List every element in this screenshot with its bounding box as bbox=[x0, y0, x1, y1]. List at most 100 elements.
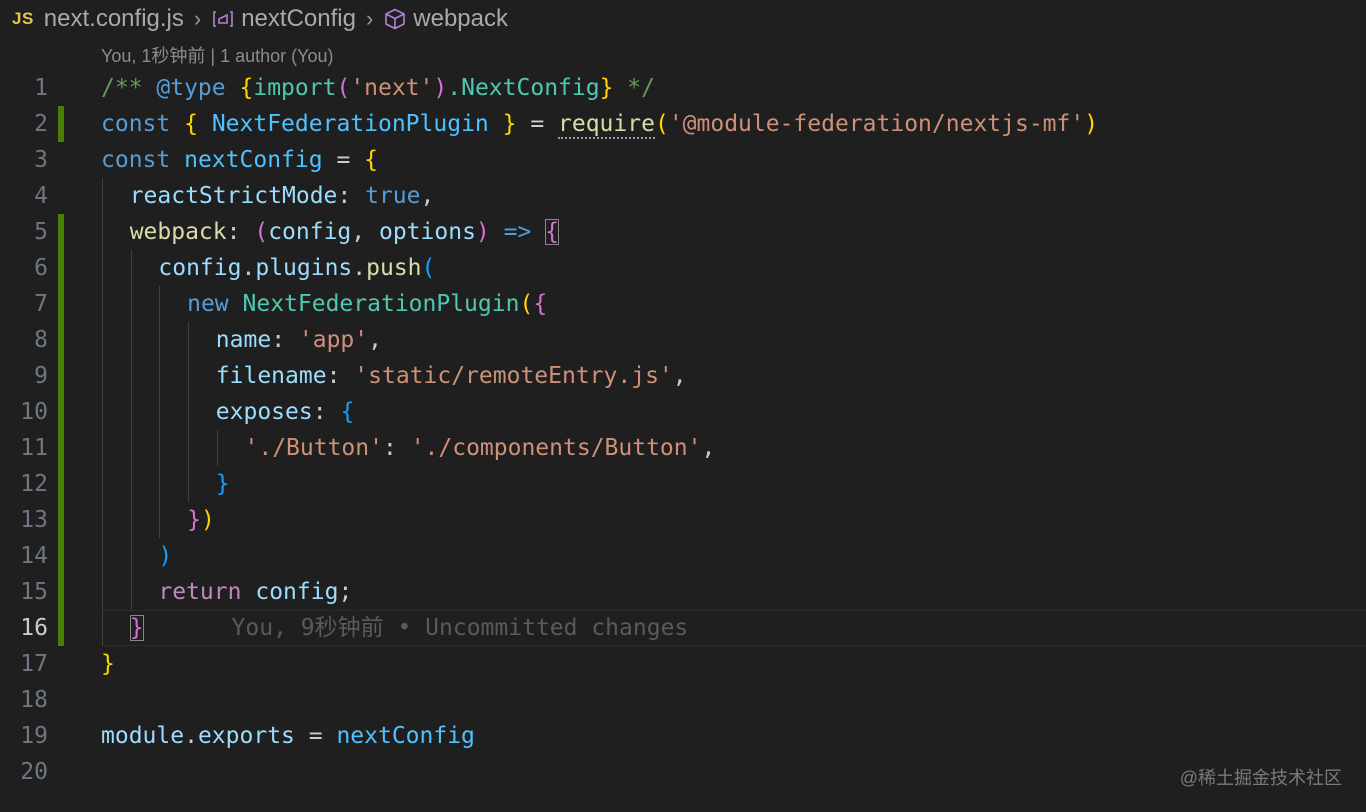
breadcrumb-member[interactable]: webpack bbox=[413, 5, 508, 33]
code-token: */ bbox=[613, 75, 655, 101]
code-token: : bbox=[337, 183, 366, 209]
indent-guide bbox=[102, 250, 103, 286]
indent-guide bbox=[102, 178, 103, 214]
code-editor[interactable]: 1/** @type {import('next').NextConfig} *… bbox=[0, 70, 1366, 790]
code-token: 'static/remoteEntry.js' bbox=[354, 363, 673, 389]
code-line[interactable]: 4 reactStrictMode: true, bbox=[0, 178, 1366, 214]
code-token: config bbox=[255, 579, 339, 605]
modified-gutter-marker[interactable] bbox=[58, 394, 64, 430]
code-text: } bbox=[101, 646, 115, 682]
code-line[interactable]: 7 new NextFederationPlugin({ bbox=[0, 286, 1366, 322]
code-token: nextConfig bbox=[184, 147, 323, 173]
code-line[interactable]: 14) bbox=[0, 538, 1366, 574]
chevron-right-icon: › bbox=[193, 6, 202, 31]
code-text: return config; bbox=[158, 574, 352, 610]
indent-guide bbox=[102, 214, 103, 250]
code-token: NextFederationPlugin bbox=[197, 111, 503, 137]
indent-guide bbox=[188, 394, 190, 430]
code-text: module.exports = nextConfig bbox=[101, 718, 475, 754]
code-token: config bbox=[158, 255, 242, 281]
line-number: 2 bbox=[34, 111, 48, 137]
code-text: } bbox=[216, 466, 230, 502]
code-line[interactable]: 10 exposes: { bbox=[0, 394, 1366, 430]
code-line[interactable]: 15 return config; bbox=[0, 574, 1366, 610]
code-token: , bbox=[701, 435, 716, 461]
code-line[interactable]: 5 webpack: (config, options) => { bbox=[0, 214, 1366, 250]
code-token: : bbox=[271, 327, 299, 353]
modified-gutter-marker[interactable] bbox=[58, 286, 64, 322]
code-line[interactable]: 3 const nextConfig = { bbox=[0, 142, 1366, 178]
modified-gutter-marker[interactable] bbox=[58, 322, 64, 358]
code-line[interactable]: 2 const { NextFederationPlugin } = requir… bbox=[0, 106, 1366, 142]
breadcrumb-file[interactable]: next.config.js bbox=[44, 5, 184, 33]
modified-gutter-marker[interactable] bbox=[58, 250, 64, 286]
code-token: } bbox=[129, 615, 144, 641]
code-token: @type bbox=[156, 75, 226, 101]
line-number: 13 bbox=[20, 507, 48, 533]
code-line[interactable]: 19 module.exports = nextConfig bbox=[0, 718, 1366, 754]
code-token: ) bbox=[433, 75, 448, 101]
breadcrumb-symbol[interactable]: nextConfig bbox=[241, 5, 356, 33]
code-line[interactable]: 20 bbox=[0, 754, 1366, 790]
code-line[interactable]: 18 bbox=[0, 682, 1366, 718]
indent-guide bbox=[102, 574, 103, 610]
indent-guide bbox=[216, 430, 218, 466]
code-token: exposes bbox=[215, 399, 313, 425]
gutter bbox=[58, 682, 64, 718]
modified-gutter-marker[interactable] bbox=[58, 466, 64, 502]
modified-gutter-marker[interactable] bbox=[58, 502, 64, 538]
code-text: new NextFederationPlugin({ bbox=[187, 286, 547, 322]
code-token: } bbox=[101, 651, 115, 677]
line-number: 6 bbox=[34, 255, 48, 281]
modified-gutter-marker[interactable] bbox=[58, 610, 64, 646]
code-token: './Button' bbox=[244, 435, 383, 461]
line-number: 1 bbox=[34, 75, 48, 101]
code-token: ; bbox=[338, 579, 353, 605]
indent-guide bbox=[130, 358, 132, 394]
modified-gutter-marker[interactable] bbox=[58, 358, 64, 394]
code-line[interactable]: 6 config.plugins.push( bbox=[0, 250, 1366, 286]
indent-guide bbox=[102, 538, 103, 574]
code-token: { bbox=[533, 291, 548, 317]
modified-gutter-marker[interactable] bbox=[58, 106, 64, 142]
modified-gutter-marker[interactable] bbox=[58, 538, 64, 574]
code-token: plugins bbox=[255, 255, 353, 281]
code-line[interactable]: 17} bbox=[0, 646, 1366, 682]
chevron-right-icon: › bbox=[365, 6, 374, 31]
code-line[interactable]: 1 /** @type {import('next').NextConfig} *… bbox=[0, 70, 1366, 106]
modified-gutter-marker[interactable] bbox=[58, 214, 64, 250]
code-token: import bbox=[253, 75, 337, 101]
code-line[interactable]: 11 './Button': './components/Button', bbox=[0, 430, 1366, 466]
indent-guide bbox=[159, 394, 161, 430]
code-line[interactable]: 8 name: 'app', bbox=[0, 322, 1366, 358]
code-token: new bbox=[187, 291, 229, 317]
code-token: , bbox=[672, 363, 687, 389]
modified-gutter-marker[interactable] bbox=[58, 430, 64, 466]
indent-guide bbox=[188, 322, 190, 358]
code-token: 'app' bbox=[298, 327, 369, 353]
code-token: = bbox=[516, 111, 559, 137]
code-token: = bbox=[294, 723, 337, 749]
gutter bbox=[58, 178, 64, 214]
code-token: exports bbox=[197, 723, 295, 749]
code-line[interactable]: 9 filename: 'static/remoteEntry.js', bbox=[0, 358, 1366, 394]
modified-gutter-marker[interactable] bbox=[58, 574, 64, 610]
code-token: const bbox=[101, 111, 171, 137]
code-token: { bbox=[545, 219, 560, 245]
code-token: ) bbox=[475, 219, 490, 245]
codelens-blame[interactable]: You, 1秒钟前 | 1 author (You) bbox=[101, 42, 333, 68]
code-line[interactable]: 12} bbox=[0, 466, 1366, 502]
code-token: ( bbox=[254, 219, 269, 245]
code-line[interactable]: 16} You, 9秒钟前 • Uncommitted changes bbox=[0, 610, 1366, 646]
line-number: 14 bbox=[20, 543, 48, 569]
line-number: 17 bbox=[20, 651, 48, 677]
code-text: } You, 9秒钟前 • Uncommitted changes bbox=[129, 610, 688, 646]
cube-icon bbox=[383, 7, 407, 31]
line-number: 7 bbox=[34, 291, 48, 317]
code-token: ( bbox=[336, 75, 351, 101]
code-token: './components/Button' bbox=[410, 435, 702, 461]
code-line[interactable]: 13}) bbox=[0, 502, 1366, 538]
gutter bbox=[58, 718, 64, 754]
indent-guide bbox=[130, 502, 132, 538]
